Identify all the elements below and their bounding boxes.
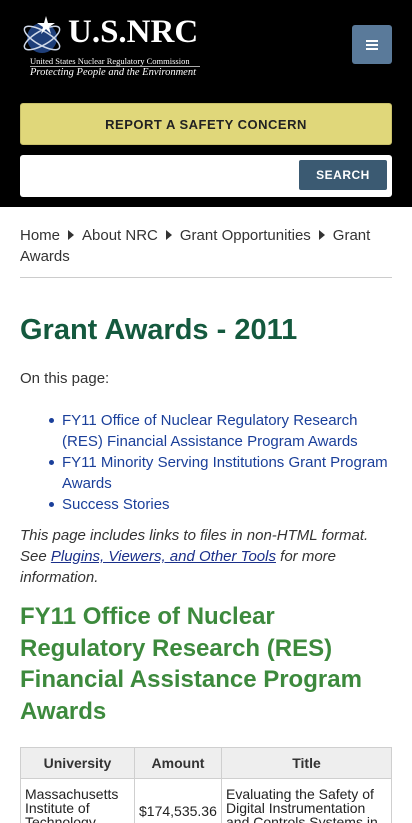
on-this-page-label: On this page: — [20, 370, 110, 387]
search-input[interactable] — [24, 159, 294, 193]
logo-subtitle: United States Nuclear Regulatory Commiss… — [30, 56, 190, 66]
on-this-page-list: FY11 Office of Nuclear Regulatory Resear… — [49, 410, 392, 515]
breadcrumb-separator-icon — [318, 230, 325, 240]
toc-link-res-awards[interactable]: FY11 Office of Nuclear Regulatory Resear… — [49, 410, 392, 452]
file-format-note: This page includes links to files in non… — [20, 525, 392, 588]
awards-table: University Amount Title Massachusetts In… — [20, 747, 392, 823]
nrc-logo[interactable]: U.S.NRC United States Nuclear Regulatory… — [20, 12, 210, 82]
section-title-res-awards: FY11 Office of Nuclear Regulatory Resear… — [20, 603, 362, 725]
table-row: Massachusetts Institute of Technology $1… — [20, 778, 392, 823]
column-header-title: Title — [221, 747, 392, 779]
plugins-viewers-link[interactable]: Plugins, Viewers, and Other Tools — [51, 548, 276, 565]
search-button[interactable]: SEARCH — [299, 160, 387, 190]
breadcrumb-about-nrc[interactable]: About NRC — [82, 227, 158, 244]
breadcrumb: Home About NRC Grant Opportunities Grant Aw… — [20, 225, 392, 267]
search-bar: SEARCH — [20, 155, 392, 197]
logo-title: U.S.NRC — [68, 14, 199, 50]
breadcrumb-separator-icon — [68, 230, 75, 240]
logo-tagline: Protecting People and the Environment — [30, 67, 197, 78]
breadcrumb-home[interactable]: Home — [20, 227, 60, 244]
breadcrumb-grant-opportunities[interactable]: Grant Opportunities — [180, 227, 311, 244]
toc-link-success-stories[interactable]: Success Stories — [49, 494, 392, 515]
breadcrumb-separator-icon — [165, 230, 172, 240]
breadcrumb-divider — [20, 277, 392, 278]
report-safety-concern-button[interactable]: REPORT A SAFETY CONCERN — [20, 103, 392, 145]
cell-amount: $174,535.36 — [134, 778, 222, 823]
column-header-amount: Amount — [134, 747, 222, 779]
table-header-row: University Amount Title — [20, 747, 392, 779]
hamburger-menu-icon — [366, 39, 378, 50]
page-title: Grant Awards - 2011 — [20, 314, 298, 346]
cell-university: Massachusetts Institute of Technology — [20, 778, 135, 823]
toc-link-msi-awards[interactable]: FY11 Minority Serving Institutions Grant… — [49, 452, 392, 494]
nrc-seal-icon — [23, 16, 61, 53]
cell-title: Evaluating the Safety of Digital Instrum… — [221, 778, 392, 823]
site-header: U.S.NRC United States Nuclear Regulatory… — [0, 0, 412, 207]
menu-button[interactable] — [352, 25, 392, 64]
column-header-university: University — [20, 747, 135, 779]
